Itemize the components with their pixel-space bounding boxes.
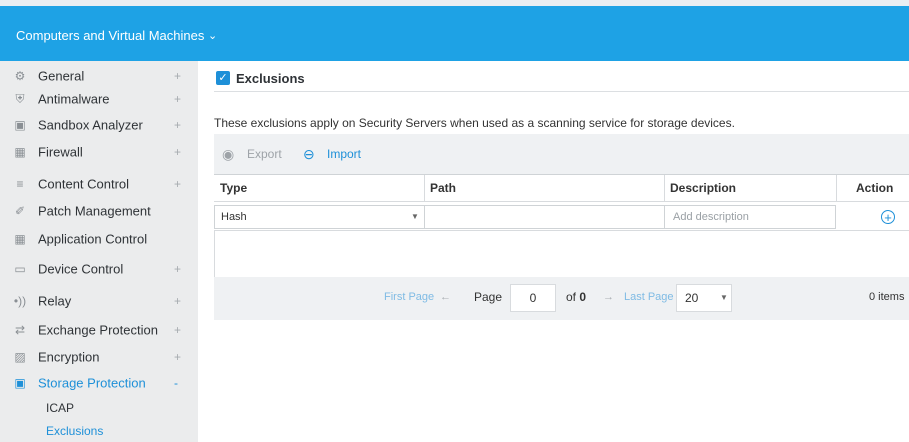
first-page-link[interactable]: First Page (384, 291, 434, 303)
section-title: Exclusions (236, 71, 305, 86)
last-page-link[interactable]: Last Page (624, 291, 674, 303)
section-divider (214, 91, 909, 92)
sidebar-subitem-exclusions[interactable]: Exclusions (46, 424, 103, 438)
path-input[interactable] (424, 205, 665, 229)
sidebar-item-label: Content Control (38, 176, 130, 192)
add-exclusion-icon[interactable]: + (881, 210, 895, 224)
type-select[interactable]: Hash ▼ (214, 205, 425, 229)
sidebar-item-storage-protection[interactable]: ▣ Storage Protection - (0, 370, 198, 396)
header-divider (214, 201, 909, 202)
section-description: These exclusions apply on Security Serve… (214, 116, 735, 130)
exchange-icon: ⇄ (14, 323, 26, 337)
shield-icon: ⛨ (15, 91, 25, 106)
expand-icon[interactable]: + (174, 145, 181, 159)
sidebar-item-label: Device Control (38, 261, 124, 277)
sidebar-item-label: Encryption (38, 349, 100, 365)
content-icon: ≡ (16, 177, 24, 191)
main-content: ✓ Exclusions These exclusions apply on S… (198, 61, 909, 442)
column-divider (664, 175, 665, 201)
column-header-type[interactable]: Type (220, 181, 247, 195)
app-control-icon: ▦ (14, 232, 26, 246)
exclusions-table: Type Path Description Action Hash ▼ Add … (214, 174, 909, 231)
relay-icon: •)) (13, 294, 27, 308)
expand-icon[interactable]: + (174, 177, 181, 191)
pagination-bar: First Page ← Page 0 of 0 → Last Page 20 … (214, 277, 909, 320)
import-icon[interactable]: ⊖ (303, 146, 315, 163)
sidebar-item-relay[interactable]: •)) Relay + (0, 288, 198, 314)
lock-icon: ▨ (14, 350, 26, 364)
storage-icon: ▣ (14, 376, 26, 390)
sidebar-item-label: Patch Management (38, 203, 151, 219)
description-input[interactable]: Add description (664, 205, 836, 229)
sidebar-item-sandbox-analyzer[interactable]: ▣ Sandbox Analyzer + (0, 112, 198, 138)
sidebar-item-label: General (38, 68, 85, 84)
firewall-icon: ▦ (14, 145, 26, 159)
chevron-down-icon[interactable]: ⌄ (208, 29, 217, 42)
sidebar-item-content-control[interactable]: ≡ Content Control + (0, 171, 198, 197)
items-count: 0 items (869, 291, 905, 303)
sidebar-item-label: Exchange Protection (38, 322, 158, 338)
total-pages: 0 (579, 290, 587, 304)
exclusions-checkbox[interactable]: ✓ (216, 71, 230, 85)
sidebar-item-encryption[interactable]: ▨ Encryption + (0, 344, 198, 370)
page-size-value: 20 (685, 291, 699, 305)
device-icon: ▭ (14, 262, 26, 276)
sidebar-item-label: Storage Protection (38, 375, 146, 391)
import-button[interactable]: Import (327, 147, 361, 161)
cube-icon: ▣ (14, 118, 26, 132)
column-divider (836, 175, 837, 201)
sidebar-item-label: Application Control (38, 231, 148, 247)
column-header-description[interactable]: Description (670, 181, 736, 195)
table-empty-area (214, 230, 909, 277)
expand-icon[interactable]: + (174, 92, 181, 106)
sidebar-item-label: Relay (38, 293, 72, 309)
expand-icon[interactable]: + (174, 118, 181, 132)
description-placeholder: Add description (673, 211, 749, 223)
header-title[interactable]: Computers and Virtual Machines (16, 28, 204, 43)
dropdown-arrow-icon: ▼ (411, 212, 419, 221)
expand-icon[interactable]: + (174, 294, 181, 308)
sidebar-item-application-control[interactable]: ▦ Application Control (0, 226, 198, 252)
sidebar-subitem-icap[interactable]: ICAP (46, 401, 74, 415)
expand-icon[interactable]: + (174, 262, 181, 276)
top-header-bar: Computers and Virtual Machines ⌄ (0, 0, 909, 61)
sidebar-item-label: Antimalware (38, 91, 110, 107)
next-arrow-icon[interactable]: → (603, 291, 614, 303)
sidebar-item-label: Sandbox Analyzer (38, 117, 143, 133)
export-icon[interactable]: ◉ (222, 146, 234, 163)
prev-arrow-icon[interactable]: ← (440, 291, 451, 303)
export-button[interactable]: Export (247, 147, 282, 161)
sidebar-item-antimalware[interactable]: ⛨ Antimalware + (0, 86, 198, 112)
collapse-icon[interactable]: - (174, 376, 178, 390)
expand-icon[interactable]: + (174, 69, 181, 83)
of-label: of (566, 290, 577, 304)
page-size-select[interactable]: 20 ▼ (676, 284, 732, 312)
sidebar-item-label: Firewall (38, 144, 83, 160)
page-number-input[interactable]: 0 (510, 284, 556, 312)
patch-icon: ✐ (14, 204, 26, 218)
column-divider (424, 175, 425, 201)
type-select-value: Hash (221, 211, 247, 223)
sidebar-item-device-control[interactable]: ▭ Device Control + (0, 256, 198, 282)
dropdown-arrow-icon: ▼ (720, 293, 728, 302)
exclusions-toolbar: ◉ Export ⊖ Import (214, 134, 909, 174)
column-header-path[interactable]: Path (430, 181, 456, 195)
sidebar: ⚙ General + ⛨ Antimalware + ▣ Sandbox An… (0, 61, 198, 442)
column-header-action: Action (856, 181, 894, 195)
gear-icon: ⚙ (14, 69, 26, 83)
sidebar-item-patch-management[interactable]: ✐ Patch Management (0, 198, 198, 224)
sidebar-item-firewall[interactable]: ▦ Firewall + (0, 139, 198, 165)
page-label: Page (474, 290, 503, 304)
expand-icon[interactable]: + (174, 323, 181, 337)
expand-icon[interactable]: + (174, 350, 181, 364)
page-of-label: of 0 (566, 290, 586, 304)
sidebar-item-exchange-protection[interactable]: ⇄ Exchange Protection + (0, 317, 198, 343)
